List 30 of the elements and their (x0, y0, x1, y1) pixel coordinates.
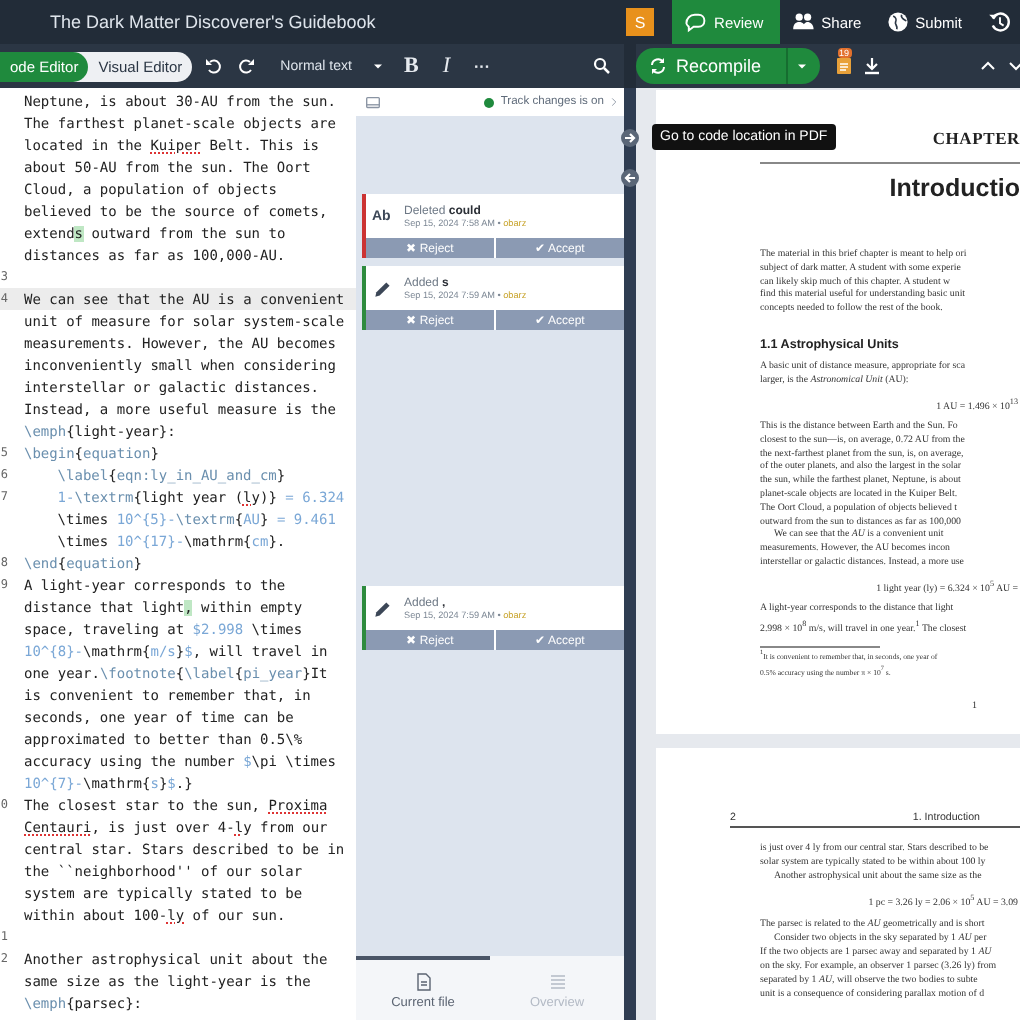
format-button[interactable]: I (436, 54, 456, 78)
undo-icon[interactable] (204, 56, 225, 76)
people-icon (791, 10, 816, 34)
format-button[interactable]: B (397, 54, 425, 78)
file-icon (413, 971, 433, 991)
recompile-button[interactable]: Recompile (636, 48, 786, 84)
pencil-icon (372, 277, 394, 299)
recompile-options-button[interactable] (785, 48, 820, 84)
search-icon[interactable] (592, 56, 612, 76)
pencil-icon (372, 597, 394, 619)
chapter-title: Introductio (889, 174, 1020, 202)
download-icon[interactable] (861, 56, 882, 76)
arrow-left-icon[interactable] (620, 168, 640, 188)
globe-icon (885, 10, 910, 34)
arrow-right-icon[interactable] (620, 128, 640, 148)
project-title: The Dark Matter Discoverer's Guidebook (48, 12, 378, 32)
user-avatar[interactable]: S (626, 8, 655, 36)
panel-icon[interactable] (364, 93, 382, 111)
document-icon[interactable] (833, 56, 854, 76)
list-icon (547, 971, 567, 991)
chapter-label: CHAPTER (932, 128, 1020, 148)
redo-icon[interactable] (236, 56, 257, 76)
caret-icon (793, 58, 810, 74)
chevron-right-icon (608, 96, 620, 108)
refresh-icon (648, 56, 668, 76)
chevron-down-icon[interactable] (1006, 56, 1020, 76)
speech-bubble-icon (684, 10, 709, 34)
format-button[interactable]: ··· (467, 57, 496, 75)
caret-icon (369, 58, 386, 74)
history-icon[interactable] (988, 10, 1012, 34)
